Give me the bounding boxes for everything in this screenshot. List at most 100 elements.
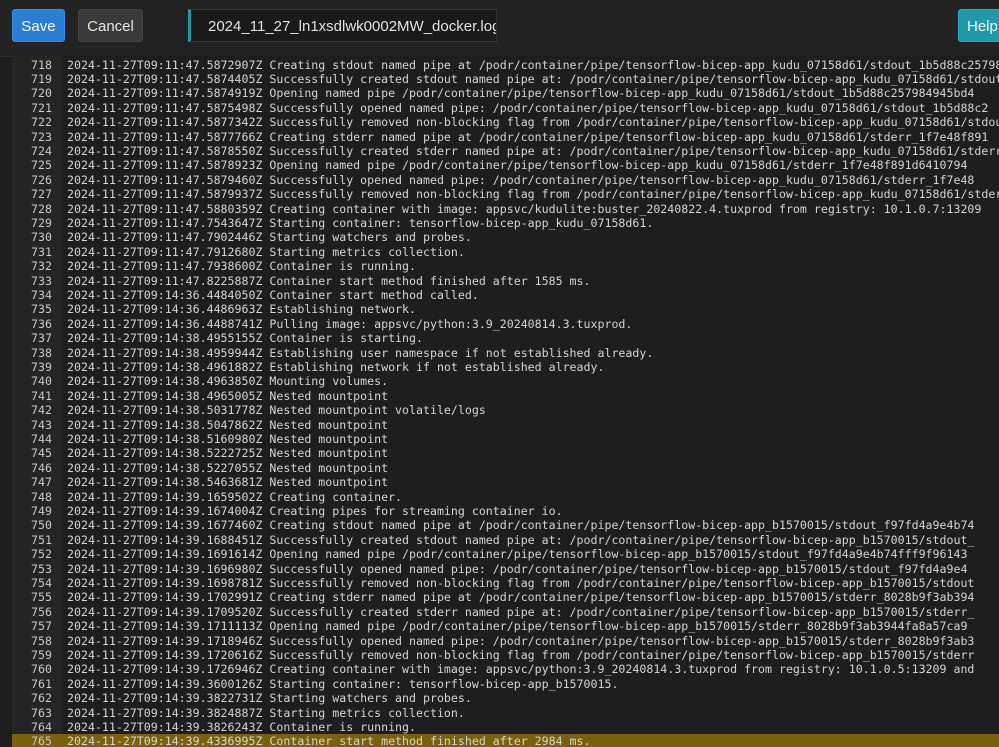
file-name-tab[interactable]: 2024_11_27_ln1xsdlwk0002MW_docker.log [188,9,497,42]
line-number: 756 [31,604,52,619]
log-line: 745 2024-11-27T09:14:38.5222725Z Nested m… [12,446,999,460]
log-text: 2024-11-27T09:11:47.7938600Z Container i… [67,259,417,274]
line-number: 760 [31,662,52,677]
log-text: 2024-11-27T09:11:47.5878550Z Successfull… [67,143,999,158]
log-text: 2024-11-27T09:14:39.3600126Z Starting co… [67,676,619,691]
log-text: 2024-11-27T09:14:39.3822731Z Starting wa… [67,691,472,706]
log-line: 730 2024-11-27T09:11:47.7902446Z Starting… [12,230,999,244]
log-line: 751 2024-11-27T09:14:39.1688451Z Successf… [12,533,999,547]
log-line: 748 2024-11-27T09:14:39.1659502Z Creating… [12,490,999,504]
log-text: 2024-11-27T09:14:39.1726946Z Creating co… [67,662,975,677]
log-line: 733 2024-11-27T09:11:47.8225887Z Containe… [12,274,999,288]
log-line: 763 2024-11-27T09:14:39.3824887Z Starting… [12,706,999,720]
line-number: 745 [31,446,52,461]
line-number: 752 [31,547,52,562]
log-line: 738 2024-11-27T09:14:38.4959944Z Establis… [12,346,999,360]
log-line: 757 2024-11-27T09:14:39.1711113Z Opening … [12,619,999,633]
line-number: 738 [31,345,52,360]
log-line: 761 2024-11-27T09:14:39.3600126Z Starting… [12,677,999,691]
line-number: 731 [31,244,52,259]
log-line: 722 2024-11-27T09:11:47.5877342Z Successf… [12,115,999,129]
line-number: 722 [31,115,52,130]
line-number: 725 [31,158,52,173]
log-line: 731 2024-11-27T09:11:47.7912680Z Starting… [12,245,999,259]
log-line: 755 2024-11-27T09:14:39.1702991Z Creating… [12,590,999,604]
log-text: 2024-11-27T09:14:36.4486963Z Establishin… [67,302,417,317]
line-number: 736 [31,316,52,331]
log-text: 2024-11-27T09:11:47.8225887Z Container s… [67,273,591,288]
log-line: 734 2024-11-27T09:14:36.4484050Z Containe… [12,288,999,302]
line-number: 765 [31,734,52,747]
line-number: 737 [31,331,52,346]
log-line: 764 2024-11-27T09:14:39.3826243Z Containe… [12,720,999,734]
save-button[interactable]: Save [12,9,65,42]
log-text: 2024-11-27T09:11:47.7912680Z Starting me… [67,244,465,259]
log-text: 2024-11-27T09:11:47.5877766Z Creating st… [67,129,989,144]
line-number: 762 [31,691,52,706]
line-number: 726 [31,172,52,187]
log-line: 765 2024-11-27T09:14:39.4336995Z Containe… [12,734,999,747]
log-text: 2024-11-27T09:14:39.1709520Z Successfull… [67,604,975,619]
line-number: 755 [31,590,52,605]
log-text: 2024-11-27T09:14:39.1702991Z Creating st… [67,590,975,605]
line-number: 748 [31,489,52,504]
cancel-button[interactable]: Cancel [78,9,143,42]
log-line: 759 2024-11-27T09:14:39.1720616Z Successf… [12,648,999,662]
log-line: 754 2024-11-27T09:14:39.1698781Z Successf… [12,576,999,590]
log-text: 2024-11-27T09:14:39.1659502Z Creating co… [67,489,403,504]
log-text: 2024-11-27T09:14:38.5160980Z Nested moun… [67,431,389,446]
line-number: 735 [31,302,52,317]
log-text: 2024-11-27T09:14:38.5047862Z Nested moun… [67,417,389,432]
log-text: 2024-11-27T09:14:38.5031778Z Nested moun… [67,403,486,418]
line-number: 746 [31,460,52,475]
log-text: 2024-11-27T09:14:38.4955155Z Container i… [67,331,423,346]
log-line: 756 2024-11-27T09:14:39.1709520Z Successf… [12,605,999,619]
line-number: 739 [31,359,52,374]
log-text: 2024-11-27T09:11:47.5877342Z Successfull… [67,115,999,130]
log-text: 2024-11-27T09:14:38.4963850Z Mounting vo… [67,374,389,389]
toolbar: Save Cancel 2024_11_27_ln1xsdlwk0002MW_d… [0,0,999,57]
log-text: 2024-11-27T09:14:39.3826243Z Container i… [67,719,417,734]
log-line: 739 2024-11-27T09:14:38.4961882Z Establis… [12,360,999,374]
log-line: 743 2024-11-27T09:14:38.5047862Z Nested m… [12,418,999,432]
line-number: 754 [31,575,52,590]
log-line: 760 2024-11-27T09:14:39.1726946Z Creating… [12,662,999,676]
line-number: 721 [31,100,52,115]
line-number: 734 [31,287,52,302]
log-text: 2024-11-27T09:14:38.5463681Z Nested moun… [67,475,389,490]
log-line: 750 2024-11-27T09:14:39.1677460Z Creating… [12,518,999,532]
log-line: 729 2024-11-27T09:11:47.7543647Z Starting… [12,216,999,230]
log-line: 725 2024-11-27T09:11:47.5878923Z Opening … [12,158,999,172]
log-line: 762 2024-11-27T09:14:39.3822731Z Starting… [12,691,999,705]
line-number: 743 [31,417,52,432]
log-line: 718 2024-11-27T09:11:47.5872907Z Creating… [12,58,999,72]
log-line: 719 2024-11-27T09:11:47.5874405Z Successf… [12,72,999,86]
log-line: 721 2024-11-27T09:11:47.5875498Z Successf… [12,101,999,115]
log-text: 2024-11-27T09:11:47.5879460Z Successfull… [67,172,975,187]
line-number: 740 [31,374,52,389]
line-number: 733 [31,273,52,288]
line-number: 751 [31,532,52,547]
line-number: 723 [31,129,52,144]
log-line: 737 2024-11-27T09:14:38.4955155Z Containe… [12,331,999,345]
log-text: 2024-11-27T09:14:39.1720616Z Successfull… [67,647,975,662]
line-number: 747 [31,475,52,490]
log-text: 2024-11-27T09:14:39.1718946Z Successfull… [67,633,975,648]
help-button[interactable]: Help [958,9,999,42]
log-text: 2024-11-27T09:14:39.3824887Z Starting me… [67,705,465,720]
log-text: 2024-11-27T09:14:39.1696980Z Successfull… [67,561,968,576]
line-number: 718 [31,57,52,72]
line-number: 750 [31,518,52,533]
log-line: 720 2024-11-27T09:11:47.5874919Z Opening … [12,86,999,100]
line-number: 753 [31,561,52,576]
log-text: 2024-11-27T09:14:38.4961882Z Establishin… [67,359,605,374]
line-number: 729 [31,215,52,230]
log-viewer-window: Save Cancel 2024_11_27_ln1xsdlwk0002MW_d… [0,0,999,747]
log-text: 2024-11-27T09:14:36.4488741Z Pulling ima… [67,316,633,331]
line-number: 749 [31,503,52,518]
log-editor[interactable]: 718 2024-11-27T09:11:47.5872907Z Creating… [12,56,999,747]
line-number: 719 [31,71,52,86]
log-line: 758 2024-11-27T09:14:39.1718946Z Successf… [12,634,999,648]
log-text: 2024-11-27T09:11:47.5878923Z Opening nam… [67,158,968,173]
line-number: 757 [31,619,52,634]
